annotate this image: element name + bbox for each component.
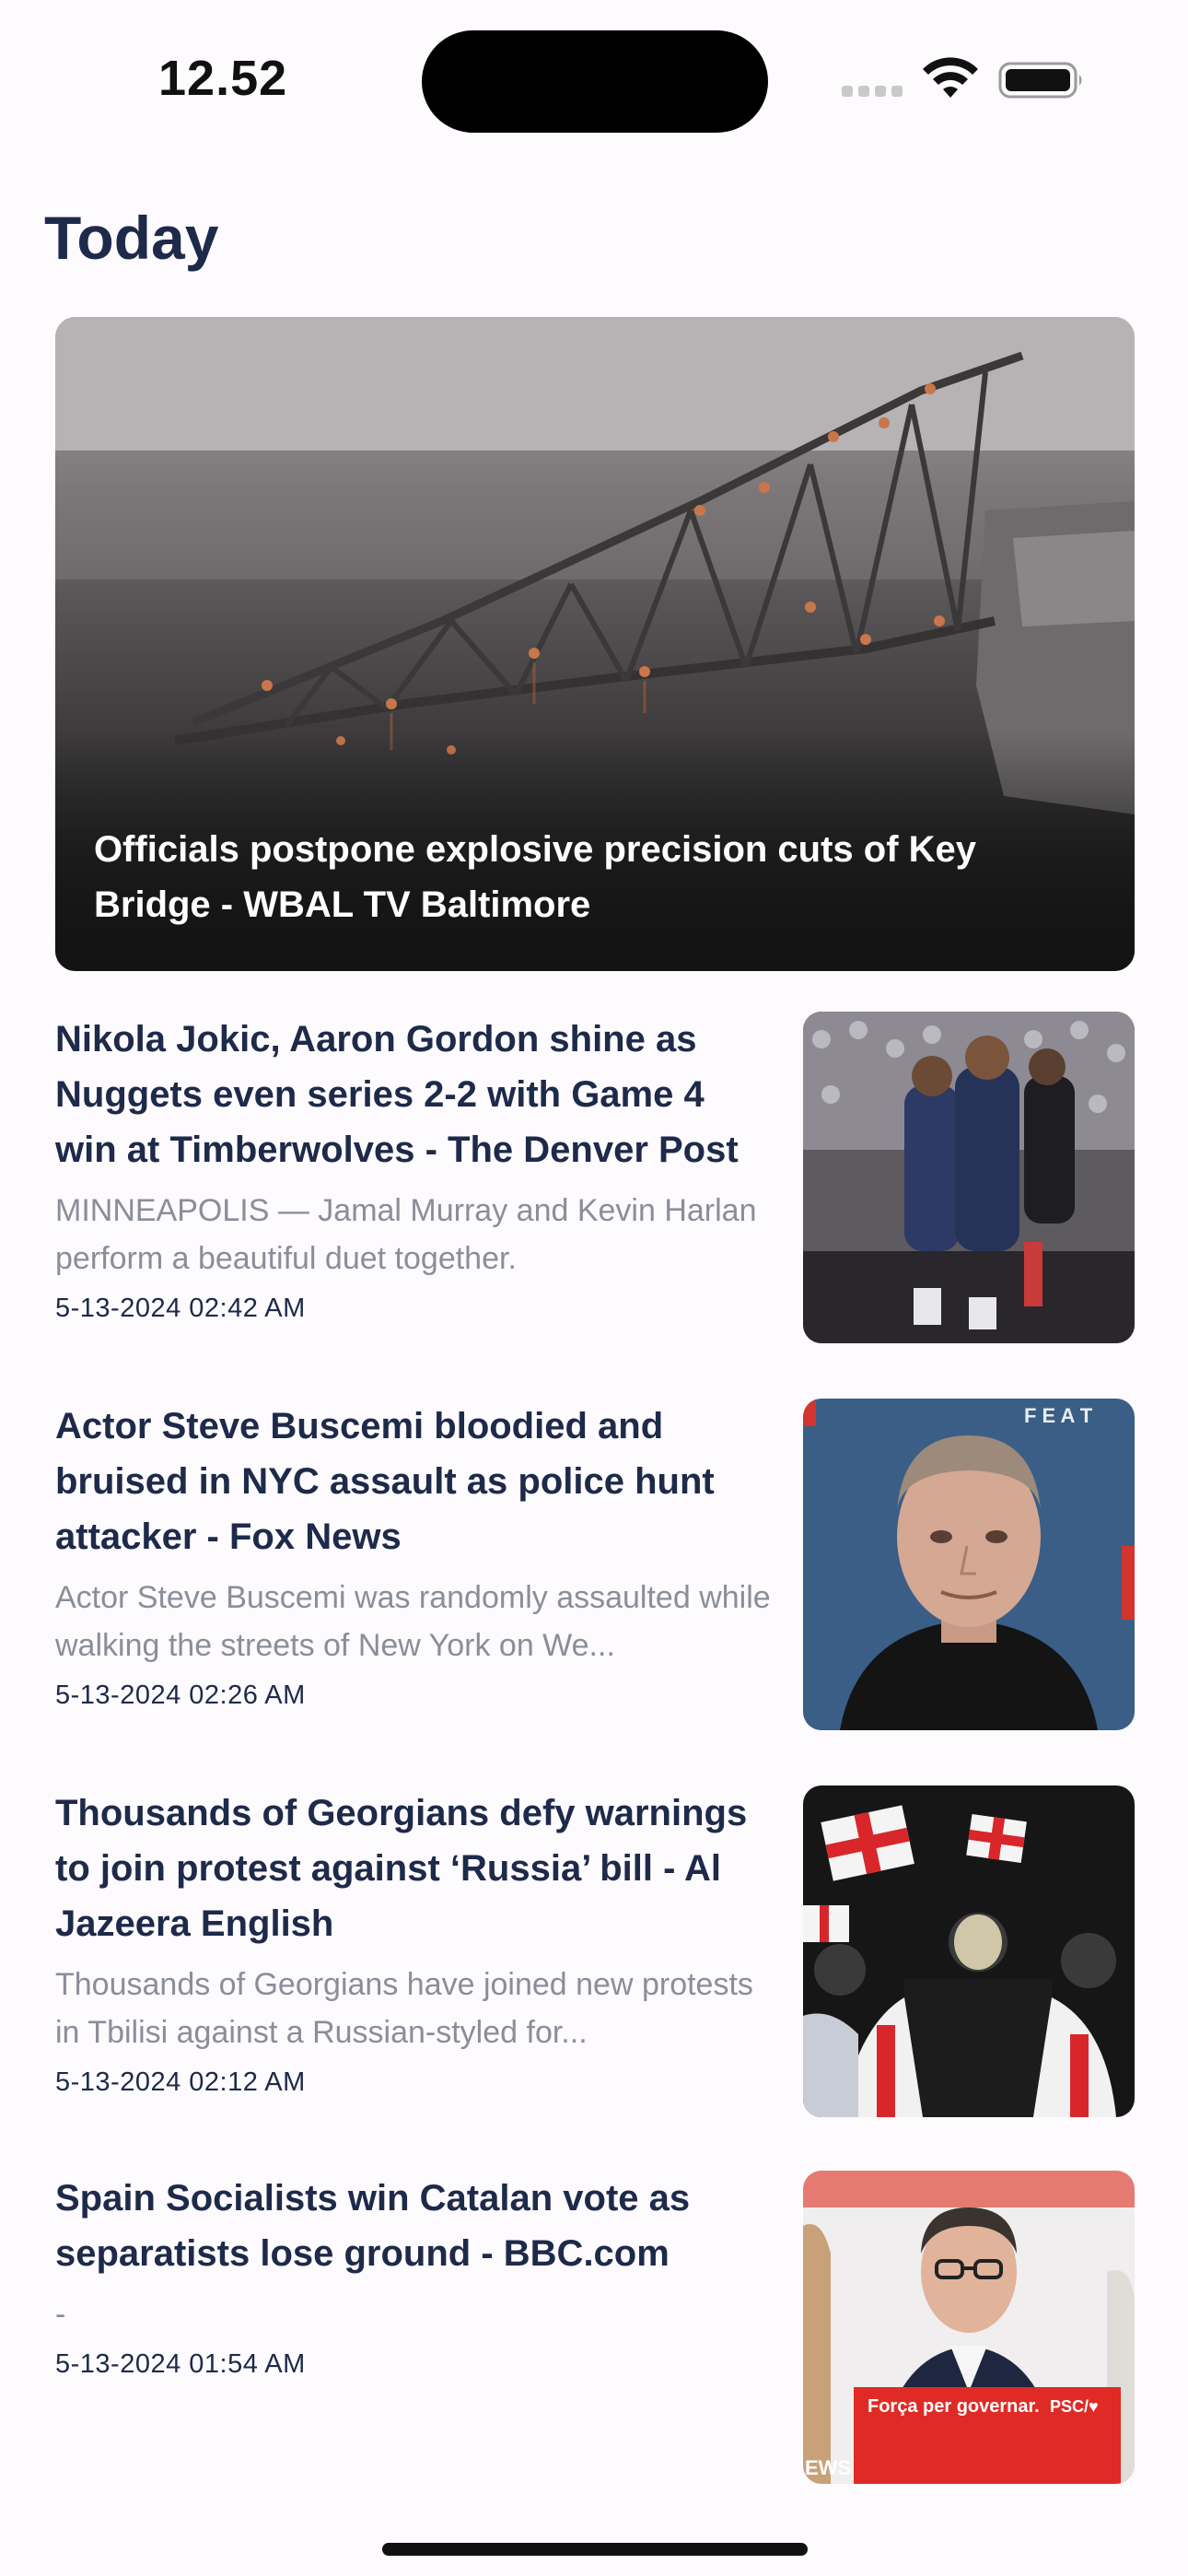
article-date: 5-13-2024 02:26 AM [55,1680,306,1710]
hero-article-card[interactable]: Officials postpone explosive precision c… [55,317,1135,971]
status-time: 12.52 [158,51,288,106]
article-text: Spain Socialists win Catalan vote as sep… [55,2171,774,2383]
article-thumbnail: F E A T [803,1399,1135,1730]
portrait-photo: F E A T [803,1399,1135,1730]
article-text: Nikola Jokic, Aaron Gordon shine as Nugg… [55,1012,774,1327]
cellular-signal-icon [842,86,906,99]
wifi-icon [923,57,978,98]
article-date: 5-13-2024 02:12 AM [55,2067,306,2097]
article-thumbnail [803,1012,1135,1343]
article-thumbnail: Força per governar. PSC/♥ EWS [803,2171,1135,2484]
basketball-photo [803,1012,1135,1343]
article-description: Actor Steve Buscemi was randomly assault… [55,1580,771,1663]
article-description: MINNEAPOLIS — Jamal Murray and Kevin Har… [55,1193,757,1276]
page-title: Today [44,204,219,272]
article-title: Spain Socialists win Catalan vote as sep… [55,2178,691,2274]
thumb-badge-text: PSC/♥ [1050,2397,1099,2416]
hero-headline: Officials postpone explosive precision c… [94,829,977,925]
article-title: Actor Steve Buscemi bloodied and bruised… [55,1406,715,1557]
article-text: Thousands of Georgians defy warnings to … [55,1786,774,2101]
dynamic-island [422,30,768,133]
article-description: Thousands of Georgians have joined new p… [55,1967,753,2050]
article-item[interactable]: Spain Socialists win Catalan vote as sep… [55,2171,1135,2504]
thumb-backdrop-text: F E A T [1024,1404,1093,1427]
thumb-corner-text: EWS [805,2456,851,2479]
article-text: Actor Steve Buscemi bloodied and bruised… [55,1399,774,1714]
article-title: Nikola Jokic, Aaron Gordon shine as Nugg… [55,1019,739,1170]
protest-photo [803,1786,1135,2117]
article-item[interactable]: Actor Steve Buscemi bloodied and bruised… [55,1399,1135,1732]
home-indicator[interactable] [382,2543,808,2556]
article-description: - [55,2297,66,2332]
article-thumbnail [803,1786,1135,2117]
article-item[interactable]: Nikola Jokic, Aaron Gordon shine as Nugg… [55,1012,1135,1345]
article-title: Thousands of Georgians defy warnings to … [55,1793,748,1944]
article-item[interactable]: Thousands of Georgians defy warnings to … [55,1786,1135,2119]
article-date: 5-13-2024 01:54 AM [55,2349,306,2379]
thumb-banner-text: Força per governar. [868,2396,1040,2417]
status-bar: 12.52 [0,0,1188,157]
election-photo: Força per governar. PSC/♥ EWS [803,2171,1135,2484]
article-date: 5-13-2024 02:42 AM [55,1294,306,1323]
battery-icon [998,62,1082,99]
